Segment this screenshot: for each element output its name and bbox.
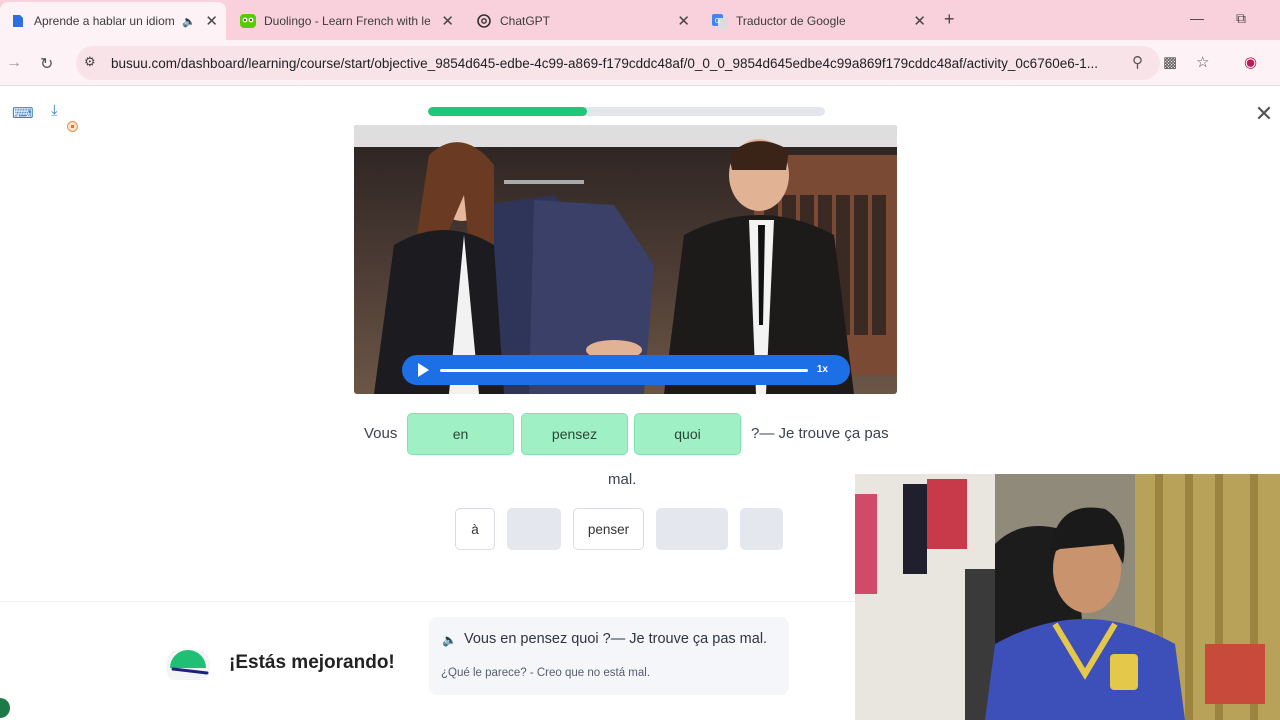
- side-badge-icon: [0, 698, 10, 718]
- used-word-slot: [740, 508, 783, 550]
- address-bar: → ↻ ⚙ busuu.com/dashboard/learning/cours…: [0, 40, 1280, 86]
- lesson-progress-bar: [428, 107, 825, 116]
- minimize-icon[interactable]: —: [1190, 10, 1204, 26]
- tab-duolingo[interactable]: Duolingo - Learn French with le ✕: [230, 2, 462, 40]
- site-info-icon[interactable]: ⚙: [84, 54, 96, 70]
- word-option[interactable]: à: [455, 508, 495, 550]
- bookmark-star-icon[interactable]: ☆: [1196, 53, 1209, 71]
- duolingo-icon: [240, 13, 256, 29]
- sentence-end: mal.: [608, 471, 637, 488]
- tab-bar: Aprende a hablar un idioma 🔈 ✕ Duolingo …: [0, 0, 1280, 40]
- audio-seek-bar[interactable]: [440, 369, 808, 372]
- restore-icon[interactable]: ⧉: [1236, 10, 1246, 27]
- sentence-suffix: ?— Je trouve ça pas: [751, 425, 889, 442]
- answer-card: 🔈 Vous en pensez quoi ?— Je trouve ça pa…: [429, 617, 789, 695]
- close-icon[interactable]: ✕: [205, 12, 218, 30]
- new-tab-button[interactable]: +: [944, 9, 955, 30]
- google-translate-icon: G: [712, 13, 728, 29]
- download-icon[interactable]: ⤓: [51, 102, 58, 119]
- speaker-icon[interactable]: 🔈: [442, 633, 457, 647]
- tab-busuu[interactable]: Aprende a hablar un idioma 🔈 ✕: [0, 2, 226, 40]
- used-word-slot: [656, 508, 728, 550]
- tab-title: Traductor de Google: [736, 14, 846, 28]
- filled-word-chip[interactable]: pensez: [521, 413, 628, 455]
- keyboard-icon[interactable]: ⌨: [12, 104, 34, 122]
- forward-icon[interactable]: →: [6, 54, 22, 72]
- word-option[interactable]: penser: [573, 508, 644, 550]
- play-icon[interactable]: [418, 363, 429, 377]
- tab-title: ChatGPT: [500, 14, 551, 28]
- reload-icon[interactable]: ↻: [40, 54, 53, 74]
- close-icon[interactable]: ✕: [913, 12, 926, 30]
- zoom-icon[interactable]: ⚲: [1132, 53, 1143, 71]
- filled-word-chip[interactable]: quoi: [634, 413, 741, 455]
- lesson-image: [354, 125, 897, 394]
- filled-word-chip[interactable]: en: [407, 413, 514, 455]
- url-text: busuu.com/dashboard/learning/course/star…: [111, 56, 1098, 71]
- svg-text:G: G: [715, 17, 720, 25]
- tab-chatgpt[interactable]: ChatGPT ✕: [466, 2, 698, 40]
- close-icon[interactable]: ✕: [441, 12, 454, 30]
- chatgpt-icon: [476, 13, 492, 29]
- used-word-slot: [507, 508, 561, 550]
- tab-google-translate[interactable]: G Traductor de Google ✕: [702, 2, 934, 40]
- profile-icon[interactable]: ◉: [1244, 53, 1257, 71]
- encouragement-text: ¡Estás mejorando!: [229, 652, 395, 673]
- close-icon[interactable]: ✕: [677, 12, 690, 30]
- playback-speed-button[interactable]: 1x: [817, 364, 828, 375]
- recording-badge-icon: [67, 121, 78, 132]
- url-field[interactable]: ⚙ busuu.com/dashboard/learning/course/st…: [76, 46, 1160, 80]
- tab-title: Duolingo - Learn French with le: [264, 14, 430, 28]
- webcam-overlay: [855, 474, 1280, 720]
- close-lesson-icon[interactable]: ✕: [1252, 101, 1276, 127]
- correct-answer-text: Vous en pensez quoi ?— Je trouve ça pas …: [464, 631, 768, 647]
- translation-text: ¿Qué le parece? - Creo que no está mal.: [441, 667, 651, 679]
- audio-player: 1x: [402, 355, 850, 385]
- sentence-prefix: Vous: [364, 425, 398, 442]
- speaker-icon[interactable]: 🔈: [182, 15, 196, 28]
- busuu-icon: [10, 13, 26, 29]
- progress-gauge-icon: [166, 650, 210, 680]
- install-app-icon[interactable]: ▩: [1163, 53, 1177, 71]
- progress-fill: [428, 107, 587, 116]
- tab-title: Aprende a hablar un idioma: [34, 14, 174, 28]
